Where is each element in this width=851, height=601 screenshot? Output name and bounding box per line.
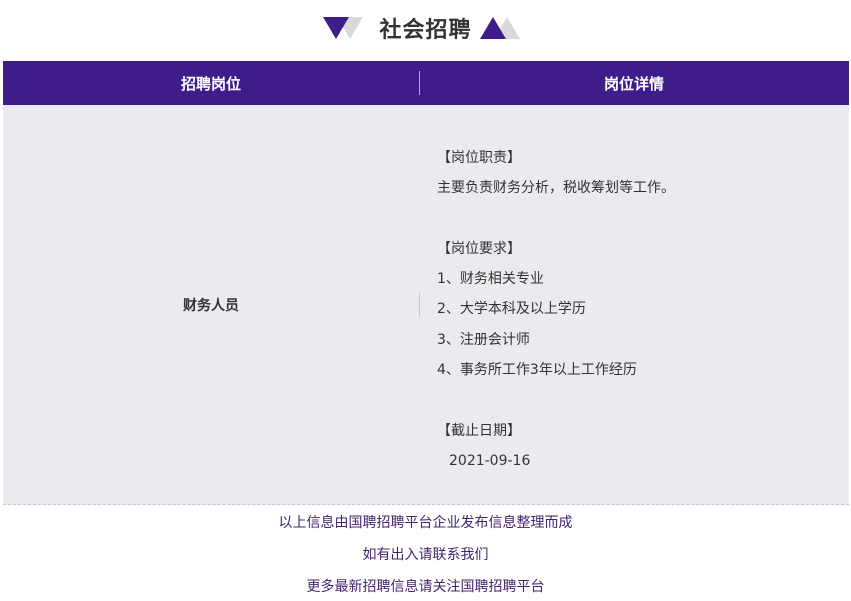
job-table: 招聘岗位 岗位详情 财务人员 【岗位职责】 主要负责财务分析，税收筹划等工作。 …	[3, 61, 849, 505]
table-header: 招聘岗位 岗位详情	[3, 61, 849, 105]
deadline-title: 【截止日期】	[437, 422, 521, 439]
duty-title: 【岗位职责】	[437, 150, 521, 166]
footer-line-source: 以上信息由国聘招聘平台企业发布信息整理而成	[278, 515, 573, 531]
deadline-date: 2021-09-16	[449, 452, 531, 469]
left-triangle-decoration-icon	[323, 17, 371, 39]
section-title: 社会招聘	[379, 18, 472, 43]
requirement-item: 1、财务相关专业	[437, 271, 544, 288]
table-row: 财务人员 【岗位职责】 主要负责财务分析，税收筹划等工作。 【岗位要求】 1、财…	[3, 105, 849, 505]
right-triangle-decoration-icon	[479, 17, 528, 39]
footer-notes: 以上信息由国聘招聘平台企业发布信息整理而成 如有出入请联系我们 更多最新招聘信息…	[0, 507, 851, 601]
header-divider	[419, 71, 420, 95]
duty-text: 主要负责财务分析，税收筹划等工作。	[437, 180, 675, 197]
requirement-item: 4、事务所工作3年以上工作经历	[437, 362, 637, 379]
position-name: 财务人员	[183, 297, 239, 314]
requirement-item: 3、注册会计师	[437, 331, 530, 348]
position-details: 【岗位职责】 主要负责财务分析，税收筹划等工作。 【岗位要求】 1、财务相关专业…	[437, 143, 837, 476]
column-header-position: 招聘岗位	[180, 74, 241, 93]
section-header: 社会招聘	[0, 8, 851, 48]
requirement-item: 2、大学本科及以上学历	[437, 301, 586, 318]
footer-line-contact: 如有出入请联系我们	[362, 547, 489, 563]
row-divider	[419, 293, 420, 317]
requirements-title: 【岗位要求】	[437, 240, 521, 257]
job-posting-page: 社会招聘 招聘岗位 岗位详情 财务人员 【岗位职责】 主要负责财务分析，税收筹划…	[0, 0, 851, 601]
column-header-details: 岗位详情	[603, 74, 664, 93]
footer-line-follow: 更多最新招聘信息请关注国聘招聘平台	[306, 579, 545, 595]
